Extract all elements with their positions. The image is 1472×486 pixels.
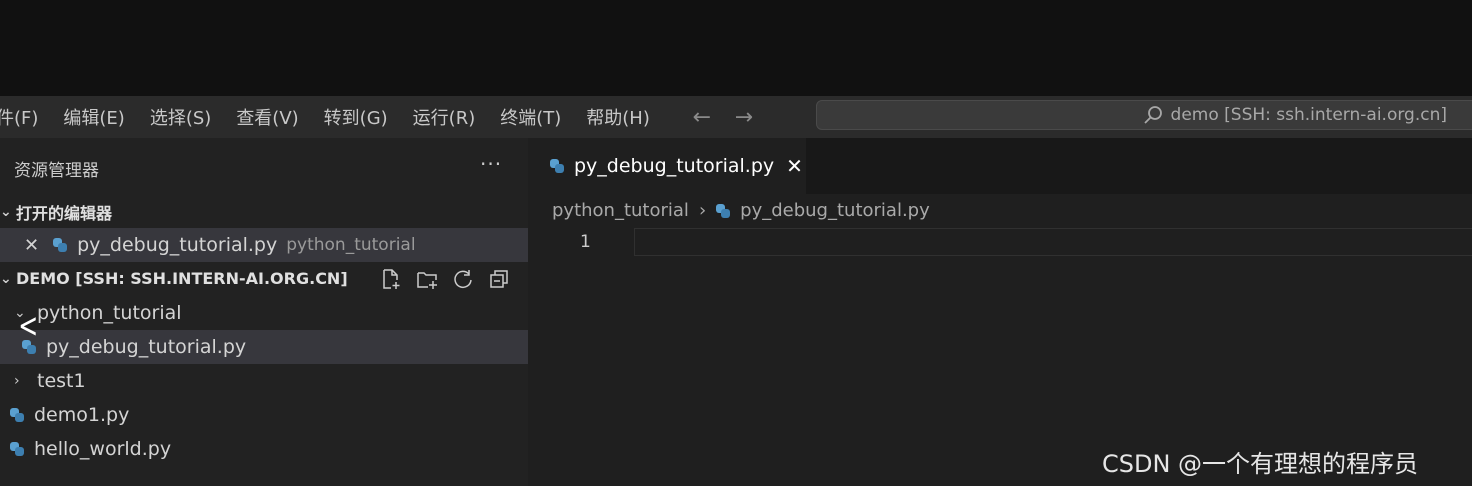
breadcrumb: python_tutorial › py_debug_tutorial.py <box>552 200 930 221</box>
explorer-title: 资源管理器 <box>14 161 99 181</box>
breadcrumb-folder[interactable]: python_tutorial <box>552 200 689 221</box>
open-editor-folder: python_tutorial <box>286 235 416 255</box>
close-icon[interactable]: ✕ <box>24 235 39 256</box>
command-center-text: demo [SSH: ssh.intern-ai.org.cn] <box>1170 105 1447 125</box>
editor-area: py_debug_tutorial.py ✕ python_tutorial ›… <box>528 138 1472 486</box>
menu-run[interactable]: 运行(R) <box>413 104 488 130</box>
new-file-icon[interactable] <box>380 268 402 290</box>
open-editors-title: 打开的编辑器 <box>16 204 113 223</box>
command-center-content: demo [SSH: ssh.intern-ai.org.cn] <box>1143 105 1447 125</box>
file-label: py_debug_tutorial.py <box>46 336 247 358</box>
collapse-all-icon[interactable] <box>488 268 510 290</box>
chevron-right-icon: › <box>698 200 707 221</box>
python-file-icon <box>10 442 24 456</box>
chevron-left-icon[interactable]: < <box>18 306 38 346</box>
menu-selection[interactable]: 选择(S) <box>150 104 223 130</box>
explorer-sidebar: 资源管理器 ··· ⌄ 打开的编辑器 ✕ py_debug_tutorial.p… <box>0 138 528 486</box>
tree-file-demo1[interactable]: demo1.py <box>0 398 528 432</box>
explorer-actions <box>380 268 510 290</box>
chevron-right-icon: › <box>14 373 20 389</box>
python-file-icon <box>53 238 68 252</box>
tree-folder-test1[interactable]: › test1 <box>0 364 528 398</box>
watermark: CSDN @一个有理想的程序员 <box>1102 450 1419 478</box>
chevron-down-icon: ⌄ <box>0 270 12 287</box>
refresh-icon[interactable] <box>452 268 474 290</box>
tab-label: py_debug_tutorial.py <box>574 155 775 177</box>
chevron-down-icon: ⌄ <box>0 204 12 220</box>
open-editor-item[interactable]: ✕ py_debug_tutorial.py python_tutorial <box>0 228 528 262</box>
close-icon[interactable]: ✕ <box>786 154 803 178</box>
workspace-title: DEMO [SSH: SSH.INTERN-AI.ORG.CN] <box>16 269 348 288</box>
current-line-highlight[interactable] <box>634 228 1472 256</box>
open-editor-filename: py_debug_tutorial.py <box>77 234 278 256</box>
menu-edit[interactable]: 编辑(E) <box>63 104 136 130</box>
breadcrumb-file[interactable]: py_debug_tutorial.py <box>740 200 930 221</box>
open-editors-section[interactable]: ⌄ 打开的编辑器 <box>0 200 112 224</box>
menu-view[interactable]: 查看(V) <box>236 104 310 130</box>
workspace-section[interactable]: ⌄ DEMO [SSH: SSH.INTERN-AI.ORG.CN] <box>0 269 348 288</box>
folder-label: test1 <box>37 370 86 392</box>
tab-py-debug-tutorial[interactable]: py_debug_tutorial.py ✕ <box>528 138 806 194</box>
tree-file-py-debug-tutorial[interactable]: py_debug_tutorial.py <box>0 330 528 364</box>
menu-file[interactable]: 件(F) <box>0 104 50 130</box>
more-actions-button[interactable]: ··· <box>480 152 502 176</box>
arrow-left-icon[interactable]: ← <box>687 105 717 130</box>
new-folder-icon[interactable] <box>416 268 438 290</box>
tab-bar: py_debug_tutorial.py ✕ <box>528 138 1472 194</box>
command-center-search[interactable]: demo [SSH: ssh.intern-ai.org.cn] <box>816 100 1472 130</box>
python-file-icon <box>10 408 24 422</box>
menu: 件(F) 编辑(E) 选择(S) 查看(V) 转到(G) 运行(R) 终端(T)… <box>0 96 759 138</box>
search-icon <box>1143 106 1162 124</box>
tree-folder-python-tutorial[interactable]: ⌄ python_tutorial <box>0 296 528 330</box>
arrow-right-icon[interactable]: → <box>729 105 759 130</box>
python-file-icon <box>550 159 564 173</box>
menu-go[interactable]: 转到(G) <box>324 104 400 130</box>
menu-bar: 件(F) 编辑(E) 选择(S) 查看(V) 转到(G) 运行(R) 终端(T)… <box>0 96 1472 138</box>
file-label: hello_world.py <box>34 438 172 460</box>
menu-terminal[interactable]: 终端(T) <box>500 104 573 130</box>
python-file-icon <box>716 203 731 218</box>
tree-file-hello-world[interactable]: hello_world.py <box>0 432 528 466</box>
folder-label: python_tutorial <box>37 302 182 324</box>
line-number: 1 <box>580 232 591 252</box>
top-black-area <box>0 0 1472 96</box>
menu-help[interactable]: 帮助(H) <box>586 104 662 130</box>
file-label: demo1.py <box>34 404 130 426</box>
